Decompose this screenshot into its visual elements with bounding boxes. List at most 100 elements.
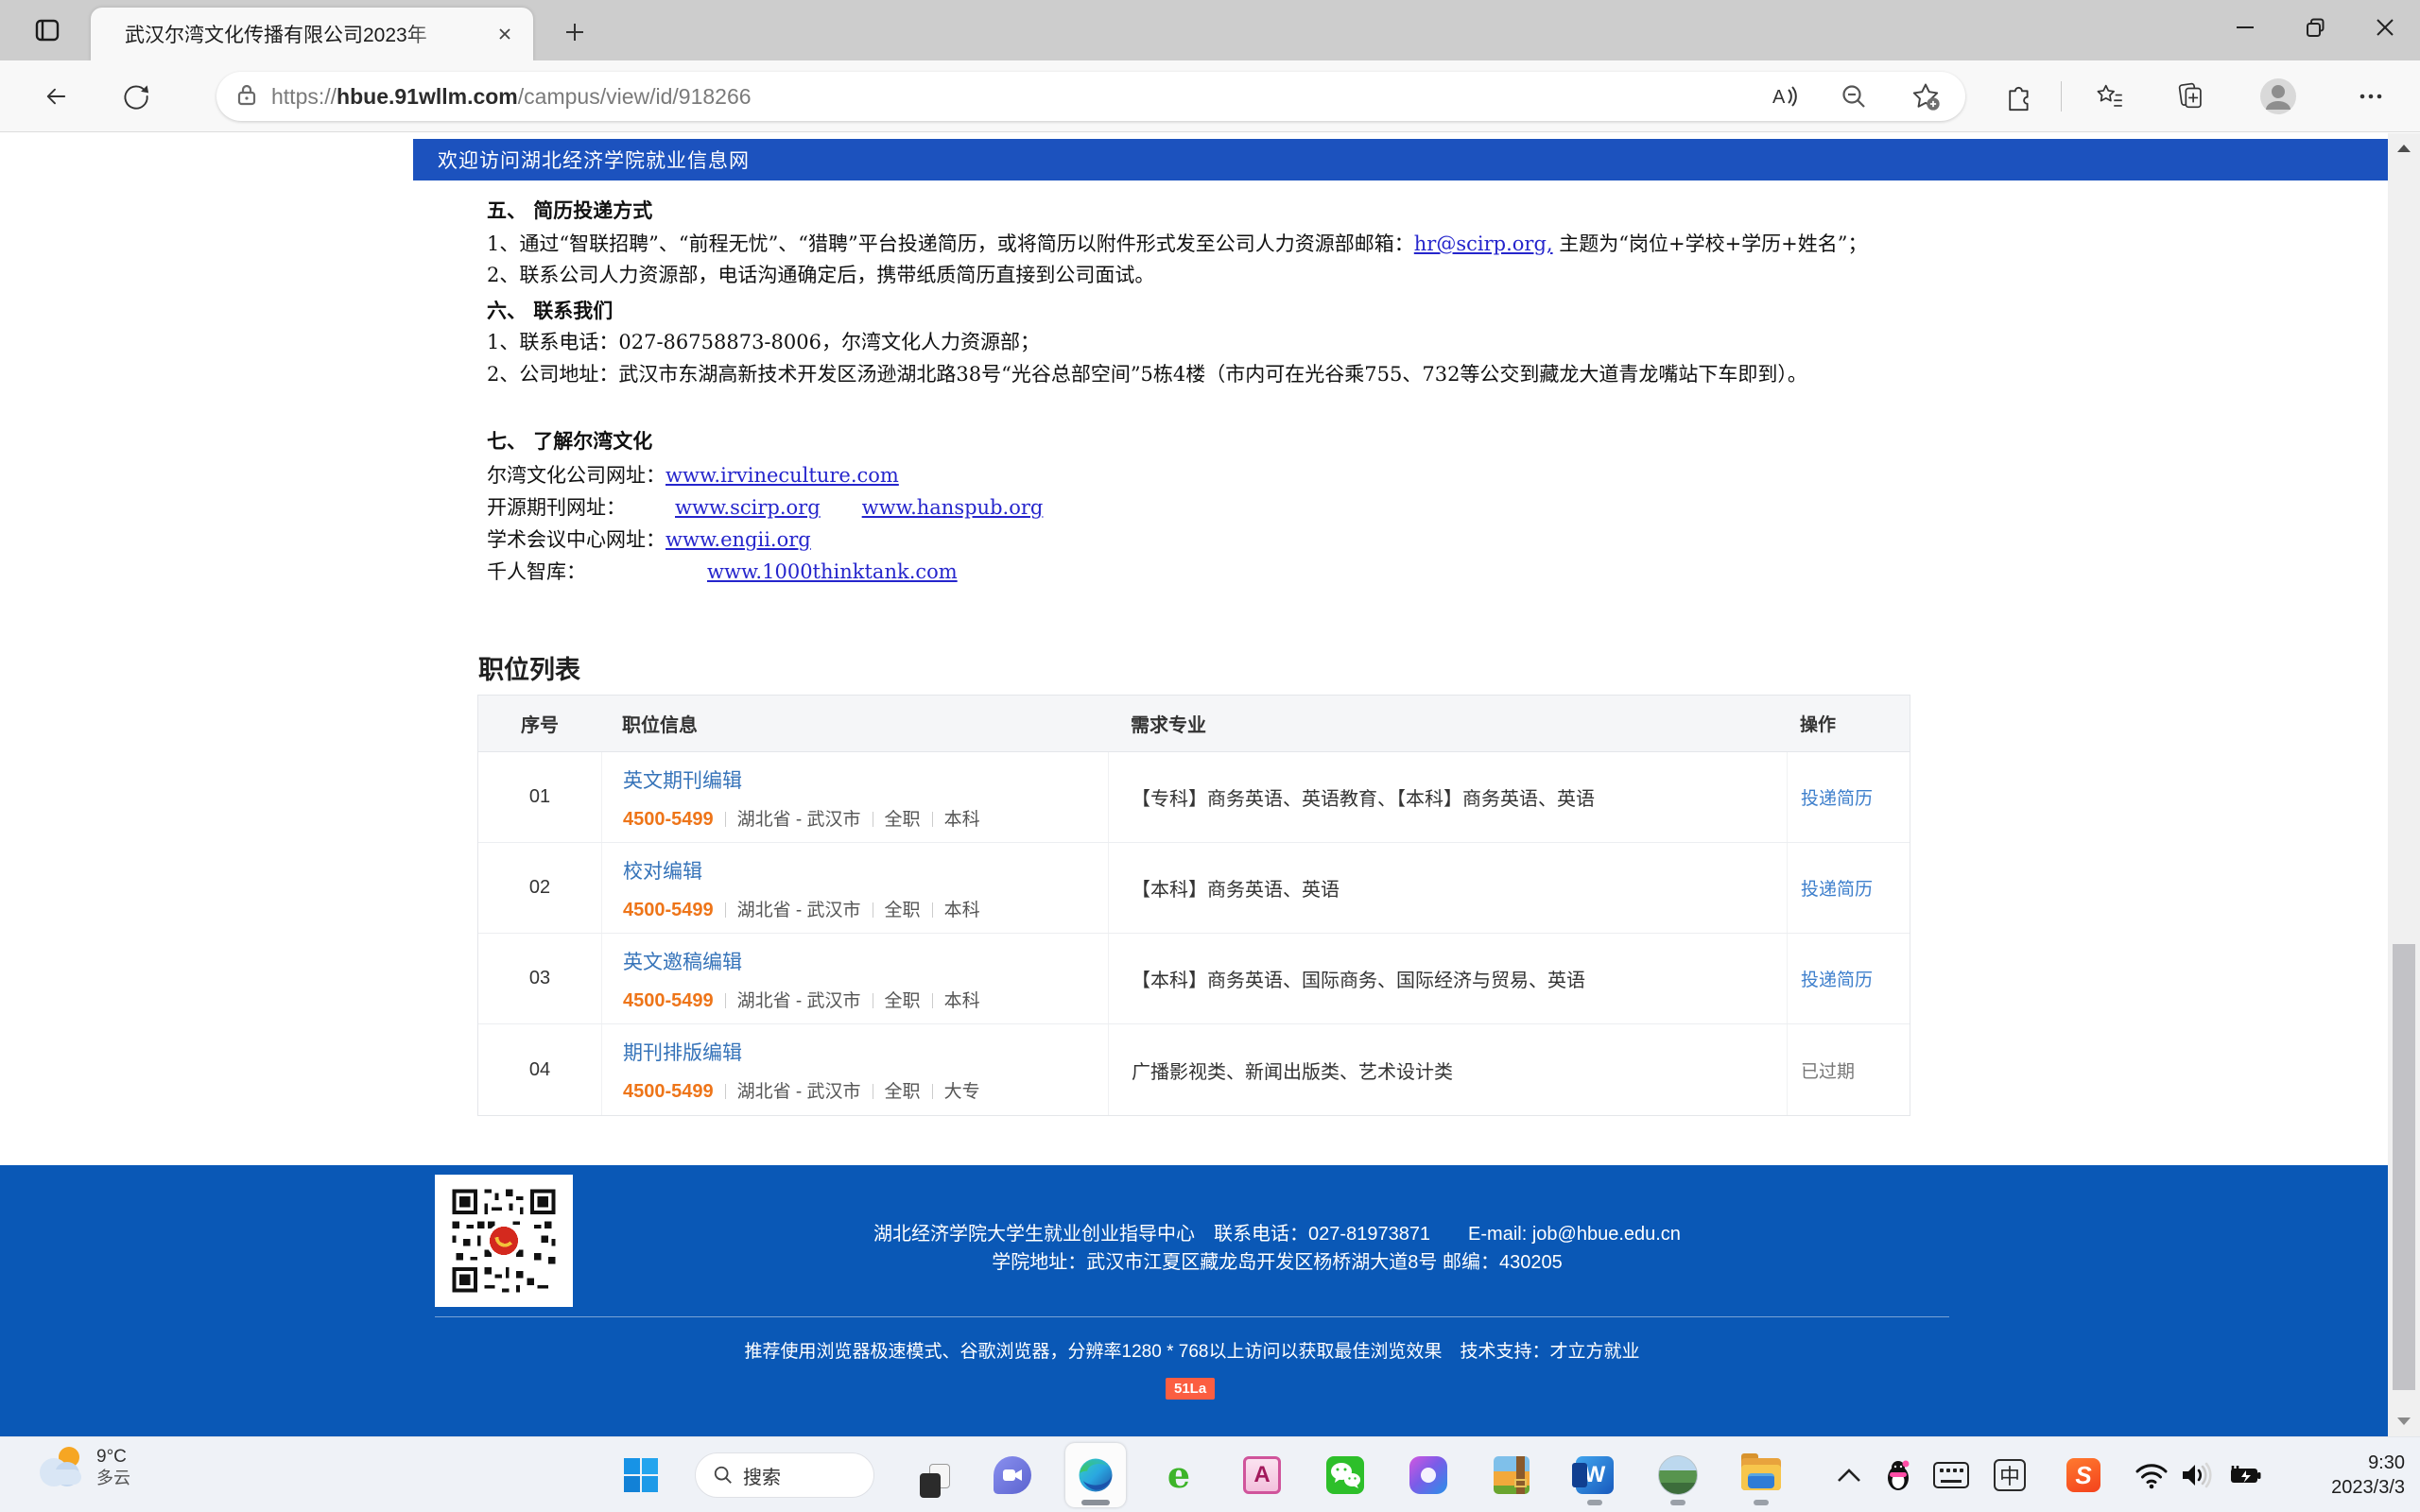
job-no: 02 xyxy=(478,843,601,933)
section5-p1: 1、通过“智联招聘”、“前程无忧”、“猎聘”平台投递简历，或将简历以附件形式发至… xyxy=(487,229,1868,257)
favorites-icon[interactable] xyxy=(2089,76,2131,117)
taskbar-explorer-button[interactable] xyxy=(1731,1443,1791,1507)
restore-button[interactable] xyxy=(2280,0,2350,55)
collections-icon[interactable] xyxy=(2170,76,2212,117)
edge-browser-window: 武汉尔湾文化传播有限公司2023年 https:// xyxy=(0,0,2420,1512)
profile-avatar[interactable] xyxy=(2257,76,2299,117)
job-no: 04 xyxy=(478,1024,601,1115)
job-no: 03 xyxy=(478,934,601,1023)
col-header-no: 序号 xyxy=(478,710,601,737)
weblink-row: 学术会议中心网址：www.engii.org xyxy=(487,524,811,553)
edge-icon xyxy=(1076,1455,1115,1495)
section5-title: 五、 简历投递方式 xyxy=(487,196,652,224)
windows-taskbar: 9°C 多云 搜索 xyxy=(0,1436,2420,1512)
footer-contact-line2: 学院地址：武汉市江夏区藏龙岛开发区杨桥湖大道8号 邮编：430205 xyxy=(605,1248,1949,1277)
taskbar-chat-button[interactable] xyxy=(982,1443,1043,1507)
refresh-icon[interactable] xyxy=(113,74,159,119)
taskbar-clock[interactable]: 9:30 2023/3/3 xyxy=(2331,1451,2405,1500)
51la-badge[interactable]: 51La xyxy=(1166,1378,1215,1400)
tray-expand-icon[interactable] xyxy=(1826,1452,1872,1498)
task-view-button[interactable] xyxy=(899,1443,959,1507)
qq-tray-icon[interactable] xyxy=(1876,1452,1921,1498)
taskbar-360browser-button[interactable]: e xyxy=(1149,1443,1209,1507)
volume-icon[interactable] xyxy=(2174,1452,2220,1498)
job-title-link[interactable]: 期刊排版编辑 xyxy=(623,1038,742,1066)
browser-tab-active[interactable]: 武汉尔湾文化传播有限公司2023年 xyxy=(91,8,533,60)
footer-divider xyxy=(435,1316,1949,1317)
close-button[interactable] xyxy=(2350,0,2420,55)
weather-widget[interactable]: 9°C 多云 xyxy=(38,1445,130,1490)
toolbar-divider xyxy=(2061,81,2062,112)
job-degree: 本科 xyxy=(944,810,980,830)
read-aloud-icon[interactable]: A xyxy=(1765,79,1803,113)
footer-contact-line1: 湖北经济学院大学生就业创业指导中心 联系电话：027-81973871 E-ma… xyxy=(605,1220,1949,1248)
weather-desc: 多云 xyxy=(96,1468,130,1489)
address-bar[interactable]: https://hbue.91wllm.com/campus/view/id/9… xyxy=(216,72,1965,121)
ime-language-indicator[interactable]: 中 xyxy=(1987,1452,2032,1498)
360browser-icon: e xyxy=(1167,1456,1190,1494)
apply-link[interactable]: 投递简历 xyxy=(1801,784,1873,810)
job-majors: 【本科】商务英语、国际商务、国际经济与贸易、英语 xyxy=(1108,934,1787,1023)
taskbar-word-button[interactable]: W xyxy=(1564,1443,1625,1507)
apply-link[interactable]: 投递简历 xyxy=(1801,966,1873,991)
thinktank-link[interactable]: www.1000thinktank.com xyxy=(707,560,958,583)
section5-p2: 2、联系公司人力资源部，电话沟通确定后，携带纸质简历直接到公司面试。 xyxy=(487,260,1154,288)
favorite-add-icon[interactable] xyxy=(1907,79,1945,113)
wifi-icon[interactable] xyxy=(2129,1452,2174,1498)
taskbar-access-button[interactable]: A xyxy=(1232,1443,1292,1507)
vertical-scrollbar[interactable] xyxy=(2388,133,2420,1436)
job-location: 湖北省 - 武汉市 xyxy=(737,991,861,1011)
job-title-link[interactable]: 英文期刊编辑 xyxy=(623,765,742,794)
job-type: 全职 xyxy=(885,901,921,920)
clock-date: 2023/3/3 xyxy=(2331,1475,2405,1500)
taskbar-office-button[interactable] xyxy=(1398,1443,1459,1507)
weblink-row: 开源期刊网址：www.scirp.orgwww.hanspub.org xyxy=(487,492,1043,521)
taskbar-photos-button[interactable] xyxy=(1648,1443,1708,1507)
company-site-link[interactable]: www.irvineculture.com xyxy=(666,464,899,487)
taskbar-winrar-button[interactable] xyxy=(1481,1443,1542,1507)
job-type: 全职 xyxy=(885,810,921,830)
settings-more-icon[interactable] xyxy=(2350,76,2392,117)
table-row: 04 期刊排版编辑 4500-5499湖北省 - 武汉市全职大专 广播影视类、新… xyxy=(478,1024,1910,1115)
job-title-link[interactable]: 英文邀稿编辑 xyxy=(623,947,742,975)
qr-code xyxy=(435,1175,573,1307)
engii-link[interactable]: www.engii.org xyxy=(666,528,811,551)
company-address: 2、公司地址：武汉市东湖高新技术开发区汤逊湖北路38号“光谷总部空间”5栋4楼（… xyxy=(487,359,1807,387)
job-title-link[interactable]: 校对编辑 xyxy=(623,856,702,885)
tab-close-icon[interactable] xyxy=(492,21,518,47)
taskbar-wechat-button[interactable] xyxy=(1315,1443,1375,1507)
zoom-out-icon[interactable] xyxy=(1835,79,1873,113)
lock-icon[interactable] xyxy=(235,82,258,112)
minimize-button[interactable] xyxy=(2210,0,2280,55)
job-location: 湖北省 - 武汉市 xyxy=(737,810,861,830)
start-button[interactable] xyxy=(611,1445,671,1505)
browser-toolbar: https://hbue.91wllm.com/campus/view/id/9… xyxy=(0,60,2420,132)
new-tab-button[interactable] xyxy=(558,15,592,49)
scroll-down-icon[interactable] xyxy=(2388,1408,2420,1435)
word-icon: W xyxy=(1576,1456,1614,1494)
job-no: 01 xyxy=(478,752,601,842)
clock-time: 9:30 xyxy=(2331,1451,2405,1475)
taskbar-edge-button[interactable] xyxy=(1065,1443,1126,1507)
col-header-action: 操作 xyxy=(1787,711,1910,736)
email-link[interactable]: hr@scirp.org, xyxy=(1414,232,1553,255)
extensions-icon[interactable] xyxy=(1996,76,2038,117)
tab-actions-icon[interactable] xyxy=(26,11,68,49)
job-table: 序号 职位信息 需求专业 操作 01 英文期刊编辑 4500-5499湖北省 -… xyxy=(477,695,1910,1116)
site-welcome-banner: 欢迎访问湖北经济学院就业信息网 xyxy=(413,139,2388,180)
apply-link[interactable]: 投递简历 xyxy=(1801,875,1873,901)
banner-text: 欢迎访问湖北经济学院就业信息网 xyxy=(438,146,750,174)
scrollbar-thumb[interactable] xyxy=(2393,944,2415,1390)
page-content: 欢迎访问湖北经济学院就业信息网 五、 简历投递方式 1、通过“智联招聘”、“前程… xyxy=(0,133,2420,1165)
job-table-header: 序号 职位信息 需求专业 操作 xyxy=(478,696,1910,752)
back-icon[interactable] xyxy=(32,74,78,119)
hanspub-link[interactable]: www.hanspub.org xyxy=(862,496,1044,519)
search-input[interactable]: 搜索 xyxy=(695,1452,874,1498)
sogou-input-icon[interactable]: S xyxy=(2061,1452,2106,1498)
scirp-link[interactable]: www.scirp.org xyxy=(675,496,821,519)
expired-label: 已过期 xyxy=(1801,1057,1855,1083)
col-header-info: 职位信息 xyxy=(601,710,1108,737)
touch-keyboard-icon[interactable] xyxy=(1928,1452,1974,1498)
battery-charging-icon[interactable] xyxy=(2221,1452,2267,1498)
scroll-up-icon[interactable] xyxy=(2388,135,2420,162)
